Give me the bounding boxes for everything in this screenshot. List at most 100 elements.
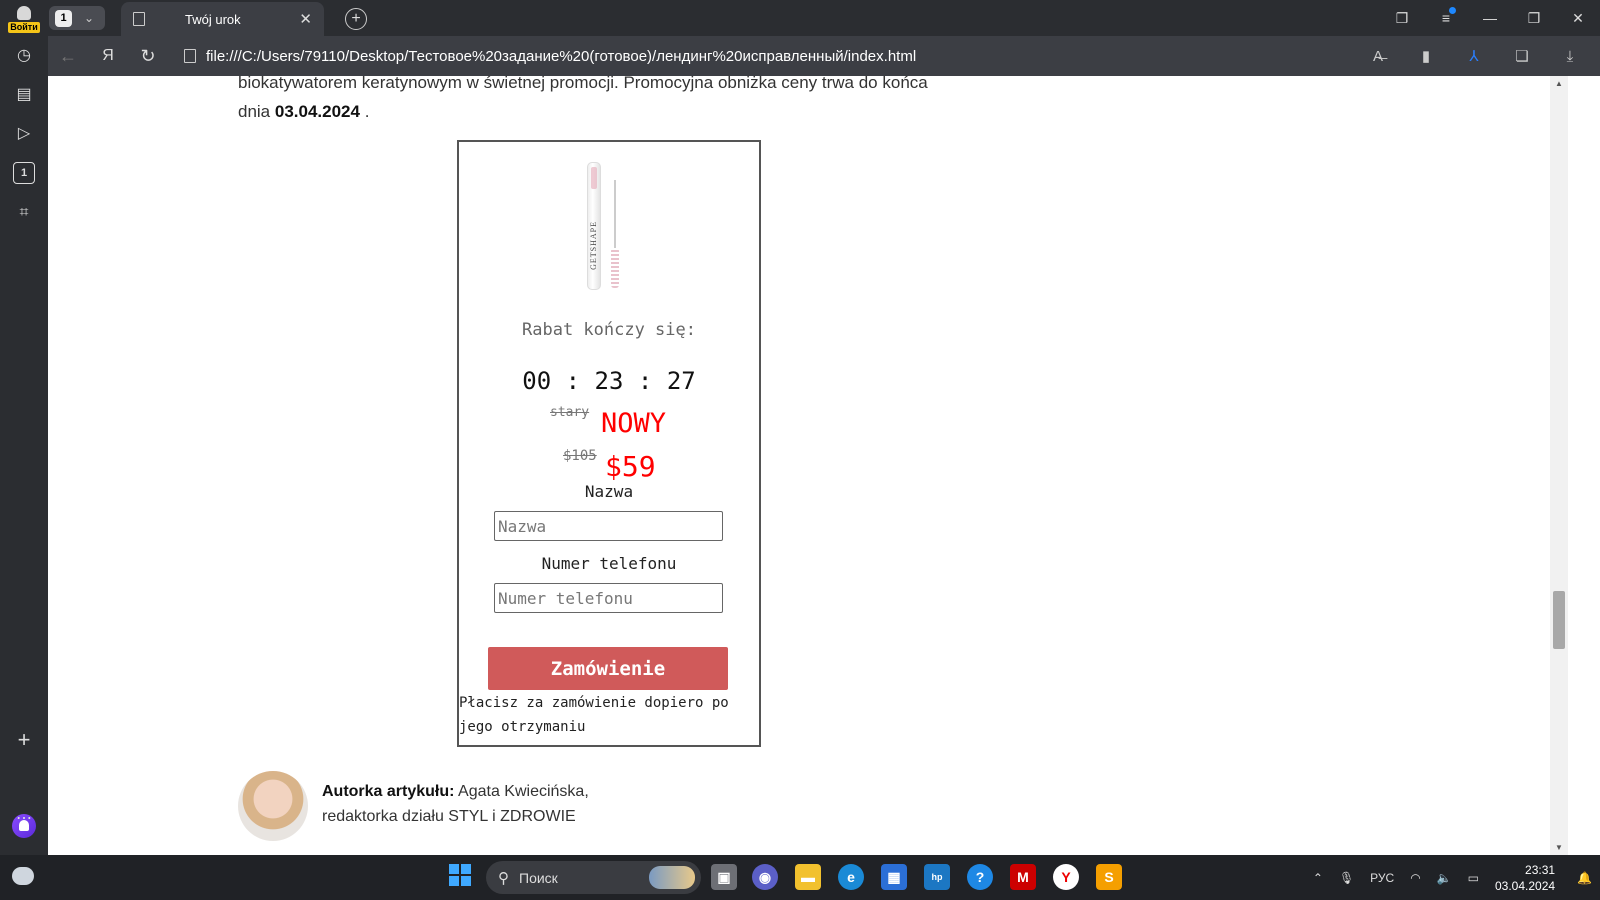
wifi-icon[interactable]: ◠ (1410, 871, 1420, 885)
tab-count: 1 (55, 9, 72, 27)
tabs-sidebar-icon[interactable]: 1 (13, 162, 35, 184)
scrollbar-thumb[interactable] (1553, 591, 1565, 649)
clock-date: 03.04.2024 (1494, 878, 1556, 893)
phone-input[interactable] (494, 583, 723, 613)
video-icon[interactable]: ▷ (13, 122, 35, 144)
page-content: biokatywatorem keratynowym w świetnej pr… (48, 76, 1550, 855)
name-input[interactable] (494, 511, 723, 541)
weather-icon[interactable] (12, 867, 34, 885)
edge-icon[interactable]: e (838, 864, 864, 890)
collections-icon[interactable]: ❐ (1380, 10, 1424, 27)
search-icon: ⚲ (498, 869, 509, 887)
profile-icon (17, 6, 31, 20)
reload-button[interactable]: ↻ (128, 46, 168, 67)
mcafee-icon[interactable]: M (1010, 864, 1036, 890)
author-prefix: Autorka artykułu: (322, 783, 455, 800)
product-brand: GETSHAPE (589, 221, 598, 270)
author-line: Autorka artykułu: Agata Kwiecińska, (322, 779, 589, 804)
download-icon[interactable]: ⤓ (1548, 48, 1592, 65)
timer-minutes: 23 (594, 367, 624, 395)
tube-accent (591, 167, 597, 189)
old-price: $105 (563, 448, 597, 464)
microphone-icon[interactable]: 🎙 (1339, 871, 1354, 885)
product-tube: GETSHAPE (587, 162, 601, 290)
address-actions: A̶ ▮ ⅄ ❏ ⤓ (1356, 47, 1600, 66)
order-card: GETSHAPE Rabat kończy się: 00 : 23 : 27 … (457, 140, 761, 747)
minimize-button[interactable]: — (1468, 10, 1512, 26)
timer-separator: : (637, 367, 653, 395)
timer-hours: 00 (522, 367, 552, 395)
old-label: stary (550, 405, 590, 420)
translate-icon[interactable]: A̶ (1356, 48, 1400, 65)
clock[interactable]: 23:31 03.04.2024 (1495, 862, 1555, 894)
timer-seconds: 27 (666, 367, 696, 395)
phone-label: Numer telefonu (541, 554, 677, 573)
search-highlight-image (649, 866, 695, 889)
task-view-icon[interactable]: ▣ (711, 864, 737, 890)
close-window-button[interactable]: ✕ (1556, 10, 1600, 27)
promo-date: 03.04.2024 (274, 102, 360, 121)
discount-label: Rabat kończy się: (522, 320, 696, 340)
history-icon[interactable]: ◷ (13, 44, 35, 66)
intro-line-2: dnia 03.04.2024 . (238, 97, 968, 126)
restore-button[interactable]: ❐ (1512, 10, 1556, 27)
bookmark-icon[interactable]: ▮ (1404, 47, 1448, 65)
reading-list-icon[interactable]: ❏ (1500, 47, 1544, 65)
protect-icon[interactable]: ⅄ (1452, 47, 1496, 65)
language-indicator[interactable]: РУС (1370, 871, 1394, 885)
more-icon[interactable]: ⋯ (13, 807, 35, 829)
volume-icon[interactable]: 🔈 (1437, 871, 1452, 885)
yandex-browser-icon[interactable]: Y (1053, 864, 1079, 890)
menu-icon[interactable]: ≡ (1424, 7, 1468, 26)
author-info: Autorka artykułu: Agata Kwiecińska, reda… (322, 779, 589, 829)
myhp-icon[interactable]: hp (924, 864, 950, 890)
author-name: Agata Kwiecińska, (458, 783, 589, 800)
yandex-icon[interactable]: Я (88, 47, 128, 65)
browser-tab-bar: Войти 1 ⌄ Twój urok ✕ + ❐ ≡ — ❐ ✕ (0, 0, 1600, 36)
battery-icon[interactable]: ▭ (1468, 871, 1479, 885)
file-icon (184, 49, 196, 63)
avatar (238, 771, 308, 841)
intro-suffix: . (364, 102, 370, 121)
sublime-text-icon[interactable]: S (1096, 864, 1122, 890)
windows-taskbar: ⚲ Поиск ▣ ◉ ▬ e ▦ hp ? M Y S ⌃ 🎙 РУС ◠ 🔈… (0, 855, 1600, 900)
url-field[interactable]: file:///C:/Users/79110/Desktop/Тестовое%… (206, 48, 1356, 65)
author-block: Autorka artykułu: Agata Kwiecińska, reda… (238, 771, 738, 841)
add-panel-icon[interactable]: + (13, 727, 35, 752)
help-icon[interactable]: ? (967, 864, 993, 890)
back-button[interactable]: ← (48, 46, 88, 67)
chat-icon[interactable]: ◉ (752, 864, 778, 890)
page-scrollbar[interactable]: ▲ ▼ (1550, 76, 1568, 855)
timer-separator: : (565, 367, 581, 395)
window-controls: ❐ ≡ — ❐ ✕ (1380, 0, 1600, 36)
notification-bell-icon[interactable]: 🔔 (1577, 871, 1592, 885)
scroll-up-icon[interactable]: ▲ (1555, 79, 1563, 88)
close-tab-icon[interactable]: ✕ (299, 10, 312, 28)
chevron-up-icon[interactable]: ⌃ (1313, 871, 1323, 885)
new-tab-button[interactable]: + (345, 8, 367, 30)
payment-note: Płacisz za zamówienie dopiero po jego ot… (459, 695, 729, 735)
file-explorer-icon[interactable]: ▬ (795, 864, 821, 890)
start-button[interactable] (449, 864, 471, 886)
name-label: Nazwa (584, 482, 634, 501)
taskbar-search[interactable]: ⚲ Поиск (486, 861, 701, 894)
system-tray: ⌃ 🎙 РУС ◠ 🔈 ▭ 23:31 03.04.2024 🔔 (1305, 855, 1600, 900)
wand-brush (611, 248, 619, 288)
tab-count-button[interactable]: 1 ⌄ (49, 6, 105, 30)
screenshot-icon[interactable]: ⌗ (13, 202, 35, 224)
right-gutter (1568, 76, 1600, 855)
order-button[interactable]: Zamówienie (488, 647, 728, 690)
browser-sidebar: ◷ ▤ ▷ 1 ⌗ + ⋯ (0, 36, 48, 855)
collections-sidebar-icon[interactable]: ▤ (13, 83, 35, 105)
store-icon[interactable]: ▦ (881, 864, 907, 890)
tab-active[interactable]: Twój urok ✕ (121, 2, 324, 36)
product-image: GETSHAPE (577, 160, 637, 294)
new-price: $59 (605, 450, 656, 483)
tab-title: Twój urok (185, 11, 241, 27)
product-wand (611, 180, 619, 292)
address-bar-row: ← Я ↻ file:///C:/Users/79110/Desktop/Тес… (48, 36, 1600, 76)
scroll-down-icon[interactable]: ▼ (1555, 843, 1563, 852)
author-role: redaktorka działu STYL i ZDROWIE (322, 808, 576, 825)
login-button[interactable]: Войти (6, 4, 42, 33)
intro-prefix: dnia (238, 102, 271, 121)
